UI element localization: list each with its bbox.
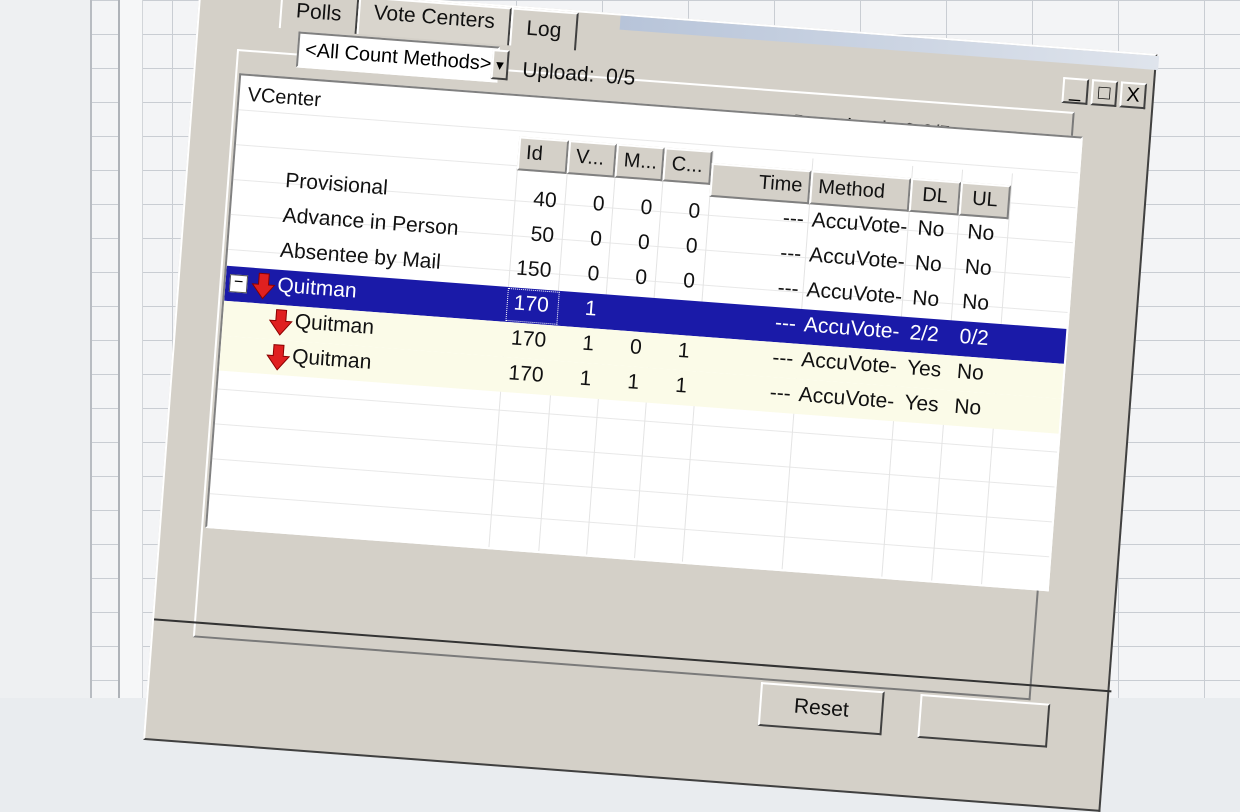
row-ul: 0/2 — [958, 324, 990, 351]
row-time: --- — [779, 241, 803, 266]
secondary-button[interactable] — [917, 694, 1051, 748]
row-name: Provisional — [284, 168, 389, 200]
collapse-icon[interactable]: − — [228, 273, 249, 294]
row-c: 0 — [687, 199, 702, 224]
row-ul: No — [966, 220, 996, 246]
download-arrow-icon — [266, 344, 291, 371]
download-arrow-icon — [251, 272, 276, 300]
row-dl: No — [916, 216, 946, 242]
row-dl: 2/2 — [908, 321, 940, 347]
row-v: 1 — [584, 296, 598, 321]
column-header-c[interactable]: C... — [662, 147, 713, 185]
row-id: 150 — [515, 256, 553, 283]
row-id: 50 — [529, 222, 555, 248]
row-c: 0 — [682, 269, 696, 293]
column-header-m[interactable]: M... — [614, 143, 665, 182]
row-m: 0 — [629, 335, 643, 360]
row-v: 0 — [591, 192, 606, 216]
row-method: AccuVote- — [811, 208, 909, 239]
background-panel-left — [0, 0, 92, 698]
column-header-ul[interactable]: UL — [958, 181, 1012, 220]
row-name: Quitman — [293, 310, 375, 339]
row-v: 0 — [589, 227, 603, 251]
row-ul: No — [956, 359, 985, 385]
row-dl: No — [911, 286, 940, 312]
cell-focus-outline — [505, 287, 560, 325]
row-ul: No — [953, 394, 982, 420]
row-dl: No — [914, 251, 943, 277]
row-c: 1 — [677, 338, 691, 363]
chevron-down-icon[interactable]: ▼ — [490, 49, 510, 81]
row-time: --- — [782, 206, 805, 231]
upload-label: Upload: — [521, 58, 596, 87]
download-arrow-icon — [268, 309, 293, 336]
row-m: 0 — [637, 230, 651, 255]
minimize-icon[interactable]: _ — [1061, 76, 1090, 105]
vcenter-tree[interactable]: VCenter Id V... M... C... Time Method DL… — [205, 73, 1083, 592]
status-window-scene: Polls Vote Centers Log _ □ X <All Count … — [143, 0, 1160, 812]
row-v: 1 — [581, 331, 595, 356]
tab-polls[interactable]: Polls — [278, 0, 359, 34]
maximize-icon[interactable]: □ — [1090, 79, 1119, 108]
row-method: AccuVote- — [803, 313, 901, 344]
row-ul: No — [961, 290, 990, 316]
row-v: 1 — [578, 366, 593, 391]
row-time: --- — [776, 276, 800, 301]
row-id: 170 — [507, 361, 545, 387]
reset-button[interactable]: Reset — [757, 682, 885, 736]
row-c: 0 — [685, 234, 699, 259]
row-method: AccuVote- — [800, 348, 898, 379]
row-c — [653, 302, 693, 305]
row-time: --- — [768, 380, 792, 406]
status-window: Polls Vote Centers Log _ □ X <All Count … — [143, 0, 1160, 812]
row-method: AccuVote- — [808, 243, 906, 274]
row-c: 1 — [674, 373, 688, 398]
row-method: AccuVote- — [805, 278, 903, 309]
row-m: 0 — [639, 195, 654, 220]
row-m — [605, 298, 645, 301]
row-time: --- — [771, 346, 795, 371]
background-scrollbar — [118, 0, 143, 698]
column-header-v[interactable]: V... — [566, 140, 618, 178]
row-name: Quitman — [291, 344, 373, 374]
close-icon[interactable]: X — [1119, 81, 1148, 110]
row-m: 1 — [626, 370, 641, 395]
upload-value: 0/5 — [605, 64, 637, 90]
tab-log[interactable]: Log — [509, 7, 579, 51]
row-id: 170 — [510, 326, 547, 352]
row-ul: No — [963, 255, 993, 281]
row-name: Absentee by Mail — [279, 238, 442, 274]
row-dl: Yes — [903, 391, 940, 417]
column-header-dl[interactable]: DL — [908, 177, 962, 216]
row-id: 40 — [532, 187, 558, 213]
row-method: AccuVote- — [797, 383, 896, 414]
window-controls: _ □ X — [1061, 76, 1148, 110]
column-header-id[interactable]: Id — [516, 136, 570, 175]
row-v: 0 — [586, 261, 601, 286]
row-name: Quitman — [276, 273, 358, 303]
row-dl: Yes — [906, 356, 943, 382]
row-time: --- — [774, 311, 797, 336]
row-m: 0 — [634, 265, 648, 290]
